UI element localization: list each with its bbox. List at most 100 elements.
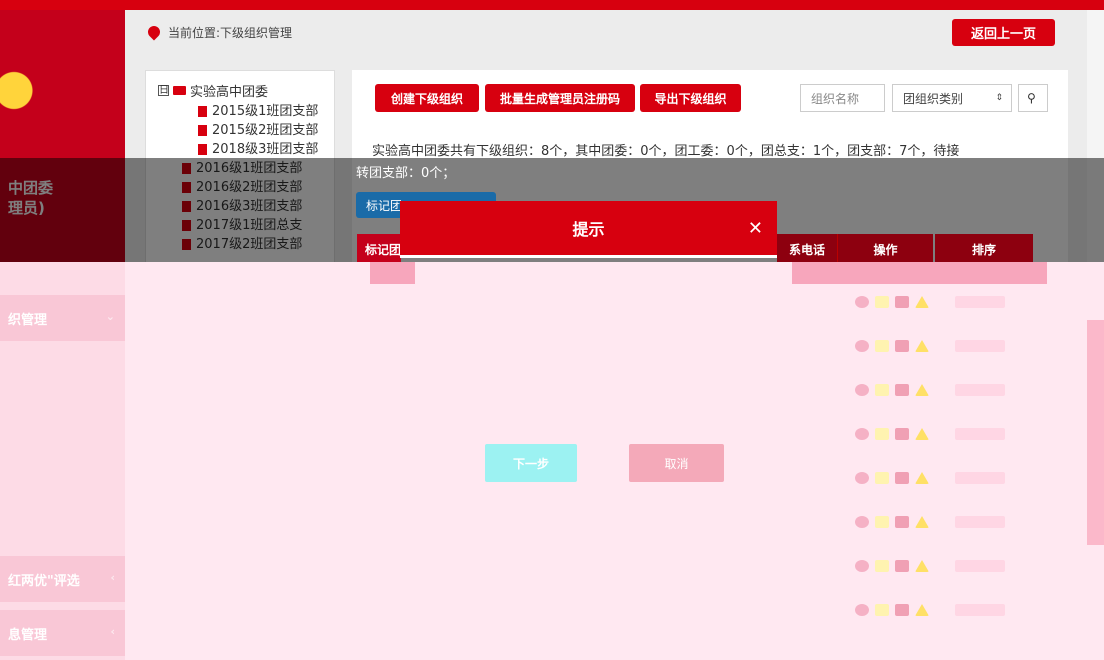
sort-cell[interactable]	[955, 516, 1005, 528]
sort-cell[interactable]	[955, 560, 1005, 572]
tree-collapse-icon[interactable]: 日	[158, 85, 169, 96]
tree-root-label: 实验高中团委	[190, 85, 269, 100]
file-icon	[198, 106, 207, 117]
export-sub-org-button[interactable]: 导出下级组织	[640, 84, 741, 112]
delete-icon[interactable]	[895, 340, 909, 352]
tree-item[interactable]: 2015级2班团支部	[146, 121, 334, 140]
delete-icon[interactable]	[895, 560, 909, 572]
league-emblem-icon	[0, 50, 70, 140]
view-icon[interactable]	[855, 384, 869, 396]
org-type-select-value: 团组织类别	[903, 91, 964, 106]
breadcrumb-label: 当前位置:下级组织管理	[168, 25, 293, 40]
create-sub-org-button[interactable]: 创建下级组织	[375, 84, 479, 112]
location-pin-icon	[145, 23, 163, 41]
move-up-icon[interactable]	[915, 604, 929, 616]
breadcrumb: 当前位置:下级组织管理	[145, 20, 293, 44]
file-icon	[198, 144, 207, 155]
edit-icon[interactable]	[875, 472, 889, 484]
select-arrows-icon: ⇕	[995, 93, 1003, 103]
sort-cell[interactable]	[955, 340, 1005, 352]
delete-icon[interactable]	[895, 472, 909, 484]
delete-icon[interactable]	[895, 428, 909, 440]
move-up-icon[interactable]	[915, 296, 929, 308]
sidebar-item-label: 红两优"评选	[8, 574, 80, 589]
tree-item[interactable]: 2018级3班团支部	[146, 140, 334, 159]
sidebar-item-selection[interactable]: 红两优"评选 ‹	[0, 556, 125, 602]
next-step-button[interactable]: 下一步	[485, 444, 577, 482]
tree-item[interactable]: 2015级1班团支部	[146, 102, 334, 121]
edit-icon[interactable]	[875, 560, 889, 572]
move-up-icon[interactable]	[915, 340, 929, 352]
edit-icon[interactable]	[875, 340, 889, 352]
tree-item-label: 2015级1班团支部	[212, 104, 319, 119]
chevron-left-icon: ‹	[110, 571, 115, 584]
row-actions	[855, 604, 929, 616]
prompt-dialog: 提示 ✕	[400, 201, 777, 258]
row-actions	[855, 428, 929, 440]
summary-line-2: 转团支部：0个；	[356, 166, 456, 181]
faded-mark-cell	[370, 262, 415, 284]
sort-cell[interactable]	[955, 428, 1005, 440]
table-header-phone: 系电话	[777, 234, 837, 264]
row-actions	[855, 560, 929, 572]
delete-icon[interactable]	[895, 516, 909, 528]
view-icon[interactable]	[855, 472, 869, 484]
faded-header-cells	[792, 262, 1047, 284]
row-actions	[855, 296, 929, 308]
sort-cell[interactable]	[955, 472, 1005, 484]
table-header-mark: 标记团	[357, 234, 401, 264]
sort-cell[interactable]	[955, 384, 1005, 396]
edit-icon[interactable]	[875, 516, 889, 528]
close-icon[interactable]: ✕	[748, 218, 763, 239]
delete-icon[interactable]	[895, 604, 909, 616]
tree-item-label: 2018级3班团支部	[212, 142, 319, 157]
dialog-header: 提示 ✕	[400, 201, 777, 255]
sidebar-item-info-manage[interactable]: 息管理 ‹	[0, 610, 125, 656]
edit-icon[interactable]	[875, 604, 889, 616]
view-icon[interactable]	[855, 428, 869, 440]
delete-icon[interactable]	[895, 296, 909, 308]
view-icon[interactable]	[855, 516, 869, 528]
row-actions	[855, 384, 929, 396]
view-icon[interactable]	[855, 296, 869, 308]
back-button[interactable]: 返回上一页	[952, 19, 1055, 46]
org-type-select[interactable]: 团组织类别 ⇕	[892, 84, 1012, 112]
move-up-icon[interactable]	[915, 560, 929, 572]
sort-cell[interactable]	[955, 604, 1005, 616]
view-icon[interactable]	[855, 340, 869, 352]
top-accent-bar	[0, 0, 1104, 10]
row-actions	[855, 516, 929, 528]
tree-root[interactable]: 日 实验高中团委	[146, 71, 334, 102]
search-button[interactable]: ⚲	[1018, 84, 1048, 112]
sidebar-item-label: 织管理	[8, 313, 48, 328]
move-up-icon[interactable]	[915, 472, 929, 484]
row-actions	[855, 472, 929, 484]
edit-icon[interactable]	[875, 296, 889, 308]
summary-line-1: 实验高中团委共有下级组织：8个，其中团委：0个，团工委：0个，团总支：1个，团支…	[372, 144, 960, 159]
right-side-tab[interactable]	[1087, 320, 1104, 545]
move-up-icon[interactable]	[915, 384, 929, 396]
batch-register-code-button[interactable]: 批量生成管理员注册码	[485, 84, 635, 112]
edit-icon[interactable]	[875, 384, 889, 396]
sidebar-item-org-manage[interactable]: 织管理 ⌄	[0, 295, 125, 341]
summary-text: 实验高中团委共有下级组织：8个，其中团委：0个，团工委：0个，团总支：1个，团支…	[372, 140, 959, 159]
chevron-left-icon: ‹	[110, 625, 115, 638]
view-icon[interactable]	[855, 560, 869, 572]
search-icon: ⚲	[1027, 91, 1036, 105]
cancel-button[interactable]: 取消	[629, 444, 724, 482]
edit-icon[interactable]	[875, 428, 889, 440]
mark-button-label: 标记团	[366, 198, 403, 213]
delete-icon[interactable]	[895, 384, 909, 396]
row-actions	[855, 340, 929, 352]
dialog-title: 提示	[572, 220, 605, 239]
folder-icon	[173, 86, 186, 95]
file-icon	[198, 125, 207, 136]
org-name-input[interactable]: 组织名称	[800, 84, 885, 112]
sidebar-item-label: 息管理	[8, 628, 48, 643]
sort-cell[interactable]	[955, 296, 1005, 308]
table-header-sort: 排序	[935, 234, 1033, 264]
move-up-icon[interactable]	[915, 428, 929, 440]
view-icon[interactable]	[855, 604, 869, 616]
move-up-icon[interactable]	[915, 516, 929, 528]
tree-item-label: 2015级2班团支部	[212, 123, 319, 138]
